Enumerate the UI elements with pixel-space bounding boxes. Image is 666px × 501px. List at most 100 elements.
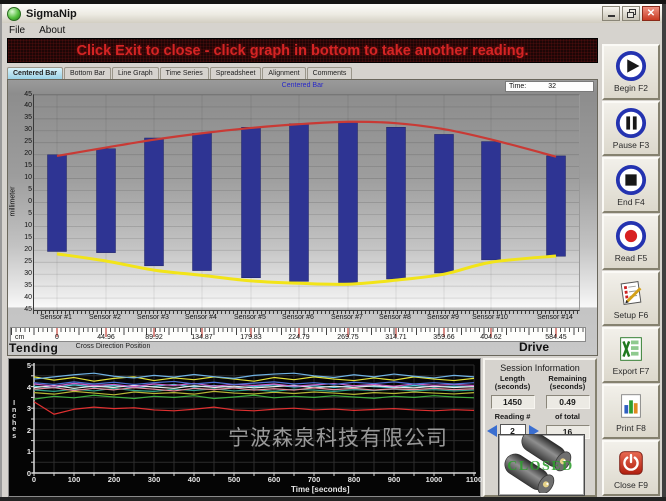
tab-alignment[interactable]: Alignment (262, 67, 305, 79)
restore-button[interactable] (622, 6, 640, 21)
tending-chart[interactable]: Inches Time [seconds] 012345010020030040… (8, 358, 481, 497)
play-icon (615, 50, 647, 82)
tab-centered-bar[interactable]: Centered Bar (7, 67, 63, 79)
tab-time-series[interactable]: Time Series (160, 67, 209, 79)
y-tick-label: 45 (16, 91, 32, 98)
bar-Sensor #10 (482, 142, 501, 260)
cross-direction-ruler: cm 044.9689.92134.87179.83224.79269.7531… (10, 327, 586, 342)
restore-icon (627, 9, 636, 18)
tend-x-axis-label: Time [seconds] (291, 485, 350, 494)
y-tick-label: 20 (16, 246, 32, 253)
banner-text: Click Exit to close - click graph in bot… (77, 43, 529, 59)
sensor-label: Sensor #6 (275, 314, 321, 321)
y-tick-label: 0 (16, 198, 32, 205)
begin-button[interactable]: Begin F2 (602, 44, 660, 100)
y-tick-label: 40 (16, 102, 32, 109)
session-title: Session Information (485, 363, 595, 373)
bar-Sensor #2 (97, 149, 116, 253)
message-banner: Click Exit to close - click graph in bot… (7, 38, 598, 63)
sensor-label: Sensor #10 (467, 314, 513, 321)
y-tick-label: 35 (16, 282, 32, 289)
bar-Sensor #6 (290, 124, 309, 282)
remaining-header: Remaining(seconds) (540, 375, 595, 391)
centered-bar-svg (34, 95, 579, 310)
tend-y-tick-label: 5 (19, 361, 31, 370)
bar-Sensor #9 (435, 134, 454, 273)
tend-x-tick-label: 1000 (419, 475, 449, 484)
stop-icon (615, 164, 647, 196)
excel-icon (615, 333, 647, 365)
main-chart-panel[interactable]: Centered Bar Time: 32 millimeter cm 044.… (7, 79, 598, 356)
drive-side-label: Drive (519, 340, 549, 354)
close-f9-button[interactable]: Close F9 (602, 440, 660, 496)
minimize-button[interactable] (602, 6, 620, 21)
y-tick-label: 5 (16, 186, 32, 193)
tab-comments[interactable]: Comments (307, 67, 353, 79)
time-label: Time: (509, 83, 526, 90)
title-bar[interactable]: SigmaNip ✕ (2, 4, 662, 23)
close-button[interactable]: ✕ (642, 6, 660, 21)
menu-bar: File About (2, 23, 662, 38)
tab-bottom-bar[interactable]: Bottom Bar (64, 67, 111, 79)
tend-x-tick-label: 900 (379, 475, 409, 484)
application-window: SigmaNip ✕ File About Click Exit to clos… (0, 0, 666, 501)
record-icon (615, 220, 647, 252)
y-tick-label: 30 (16, 126, 32, 133)
pause-icon (615, 107, 647, 139)
tend-y-tick-label: 1 (19, 447, 31, 456)
y-tick-label: 45 (16, 306, 32, 313)
y-tick-label: 25 (16, 258, 32, 265)
ruler-position-value: 314.71 (374, 334, 418, 341)
status-text: CLOSED (507, 459, 574, 474)
chart-page-icon (615, 390, 647, 422)
tend-x-tick-label: 800 (339, 475, 369, 484)
centered-bar-plot[interactable] (33, 94, 580, 311)
tab-line-graph[interactable]: Line Graph (112, 67, 159, 79)
menu-file[interactable]: File (2, 25, 32, 36)
sensor-label: Sensor #14 (532, 314, 578, 321)
y-tick-label: 15 (16, 162, 32, 169)
bar-Sensor #3 (145, 138, 164, 266)
window-title: SigmaNip (26, 8, 77, 20)
sensor-label: Sensor #8 (372, 314, 418, 321)
ruler-position-value: 584.45 (534, 334, 578, 341)
time-field[interactable]: Time: 32 (505, 81, 594, 92)
tend-y-tick-label: 3 (19, 404, 31, 413)
y-tick-label: 15 (16, 234, 32, 241)
y-tick-label: 40 (16, 294, 32, 301)
end-button[interactable]: End F4 (602, 157, 660, 213)
menu-about[interactable]: About (32, 25, 72, 36)
sensor-label: Sensor #3 (130, 314, 176, 321)
bar-Sensor #14 (547, 156, 566, 256)
ruler-position-value: 404.62 (469, 334, 513, 341)
session-info-panel: Session Information Length(seconds) Rema… (483, 358, 597, 497)
read-button[interactable]: Read F5 (602, 214, 660, 270)
ruler-position-value: 134.87 (180, 334, 224, 341)
tend-x-tick-label: 200 (99, 475, 129, 484)
ruler-position-value: 0 (35, 334, 79, 341)
tend-x-tick-label: 300 (139, 475, 169, 484)
reading-decrement-arrow[interactable] (487, 425, 497, 437)
export-button[interactable]: Export F7 (602, 327, 660, 383)
pause-button[interactable]: Pause F3 (602, 101, 660, 157)
sensor-label: Sensor #2 (82, 314, 128, 321)
tab-strip: Centered BarBottom BarLine GraphTime Ser… (7, 65, 353, 79)
nip-status-image: CLOSED (498, 434, 585, 496)
window-controls: ✕ (602, 6, 662, 21)
ruler-position-value: 269.75 (326, 334, 370, 341)
print-button[interactable]: Print F8 (602, 384, 660, 440)
ruler-position-value: 44.96 (84, 334, 128, 341)
tend-y-axis-label: Inches (12, 401, 16, 440)
reading-label: Reading # (485, 412, 540, 421)
sensor-label: Sensor #1 (33, 314, 79, 321)
tend-x-tick-label: 500 (219, 475, 249, 484)
sensor-label: Sensor #7 (324, 314, 370, 321)
power-icon (615, 447, 647, 479)
setup-button[interactable]: Setup F6 (602, 271, 660, 327)
remaining-value: 0.49 (546, 395, 590, 409)
bar-Sensor #1 (48, 155, 67, 252)
tab-spreadsheet[interactable]: Spreadsheet (210, 67, 262, 79)
bar-Sensor #5 (242, 127, 261, 278)
of-total-label: of total (540, 412, 595, 421)
y-tick-label: 10 (16, 174, 32, 181)
